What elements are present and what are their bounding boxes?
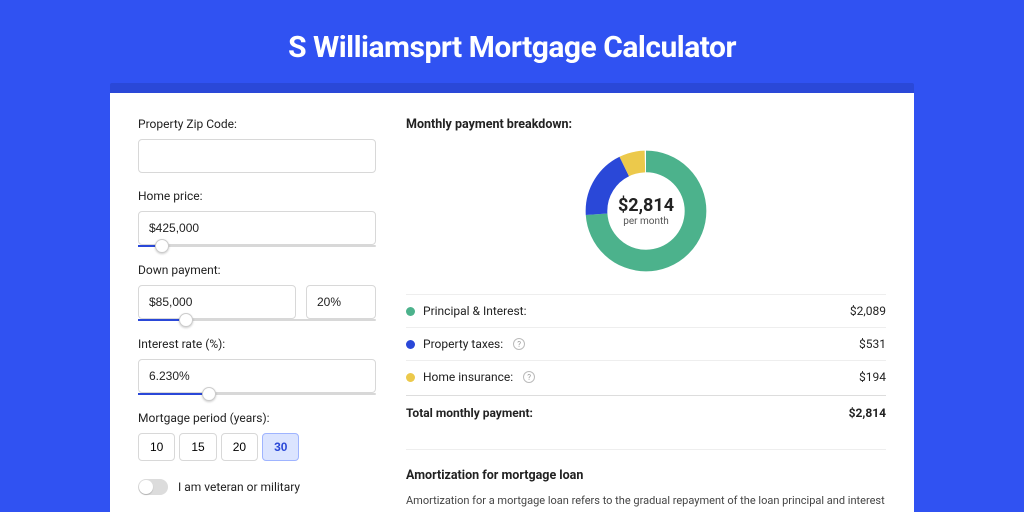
down-payment-input[interactable] xyxy=(138,285,296,319)
home-price-input[interactable] xyxy=(138,211,376,245)
veteran-label: I am veteran or military xyxy=(178,480,300,494)
breakdown-row-pi: Principal & Interest: $2,089 xyxy=(406,294,886,327)
breakdown-title: Monthly payment breakdown: xyxy=(406,117,886,132)
interest-slider-handle[interactable] xyxy=(202,387,216,401)
dot-ins xyxy=(406,373,415,382)
page-title: S Williamsprt Mortgage Calculator xyxy=(0,30,1024,65)
interest-slider[interactable] xyxy=(138,393,376,395)
period-option-15[interactable]: 15 xyxy=(179,433,216,461)
breakdown-value-tax: $531 xyxy=(859,337,886,351)
zip-field: Property Zip Code: xyxy=(138,117,376,173)
home-price-label: Home price: xyxy=(138,189,376,203)
home-price-slider[interactable] xyxy=(138,245,376,247)
amortization-title: Amortization for mortgage loan xyxy=(406,468,886,483)
zip-input[interactable] xyxy=(138,139,376,173)
veteran-row: I am veteran or military xyxy=(138,479,376,495)
breakdown-row-ins: Home insurance: ? $194 xyxy=(406,360,886,393)
veteran-toggle-knob xyxy=(139,480,153,494)
amortization-text: Amortization for a mortgage loan refers … xyxy=(406,493,886,512)
period-label: Mortgage period (years): xyxy=(138,411,376,425)
breakdown-row-total: Total monthly payment: $2,814 xyxy=(406,395,886,429)
home-price-field: Home price: xyxy=(138,189,376,247)
donut-amount: $2,814 xyxy=(618,195,674,216)
down-payment-slider-handle[interactable] xyxy=(179,313,193,327)
form-column: Property Zip Code: Home price: Down paym… xyxy=(138,117,376,512)
period-option-20[interactable]: 20 xyxy=(221,433,258,461)
donut-chart: $2,814 per month xyxy=(581,146,711,276)
donut-sub: per month xyxy=(623,216,669,227)
breakdown-total-label: Total monthly payment: xyxy=(406,406,533,420)
interest-field: Interest rate (%): xyxy=(138,337,376,395)
dot-pi xyxy=(406,307,415,316)
amortization-section: Amortization for mortgage loan Amortizat… xyxy=(406,449,886,512)
interest-label: Interest rate (%): xyxy=(138,337,376,351)
donut-chart-wrap: $2,814 per month xyxy=(406,146,886,276)
period-option-10[interactable]: 10 xyxy=(138,433,175,461)
calculator-card: Property Zip Code: Home price: Down paym… xyxy=(110,93,914,512)
breakdown-value-ins: $194 xyxy=(859,370,886,384)
breakdown-label-ins: Home insurance: xyxy=(423,370,513,384)
interest-input[interactable] xyxy=(138,359,376,393)
veteran-toggle[interactable] xyxy=(138,479,168,495)
zip-label: Property Zip Code: xyxy=(138,117,376,131)
donut-center: $2,814 per month xyxy=(581,146,711,276)
breakdown-label-tax: Property taxes: xyxy=(423,337,503,351)
breakdown-row-tax: Property taxes: ? $531 xyxy=(406,327,886,360)
header-strip xyxy=(110,83,914,93)
down-payment-pct-input[interactable] xyxy=(306,285,376,319)
down-payment-slider[interactable] xyxy=(138,319,376,321)
home-price-slider-handle[interactable] xyxy=(155,239,169,253)
period-options: 10 15 20 30 xyxy=(138,433,376,461)
info-icon[interactable]: ? xyxy=(513,338,525,350)
breakdown-total-value: $2,814 xyxy=(849,406,886,420)
breakdown-column: Monthly payment breakdown: $2,814 per mo… xyxy=(406,117,886,512)
info-icon[interactable]: ? xyxy=(523,371,535,383)
breakdown-value-pi: $2,089 xyxy=(850,304,886,318)
down-payment-label: Down payment: xyxy=(138,263,376,277)
down-payment-field: Down payment: xyxy=(138,263,376,321)
period-field: Mortgage period (years): 10 15 20 30 xyxy=(138,411,376,461)
breakdown-label-pi: Principal & Interest: xyxy=(423,304,527,318)
dot-tax xyxy=(406,340,415,349)
period-option-30[interactable]: 30 xyxy=(262,433,299,461)
